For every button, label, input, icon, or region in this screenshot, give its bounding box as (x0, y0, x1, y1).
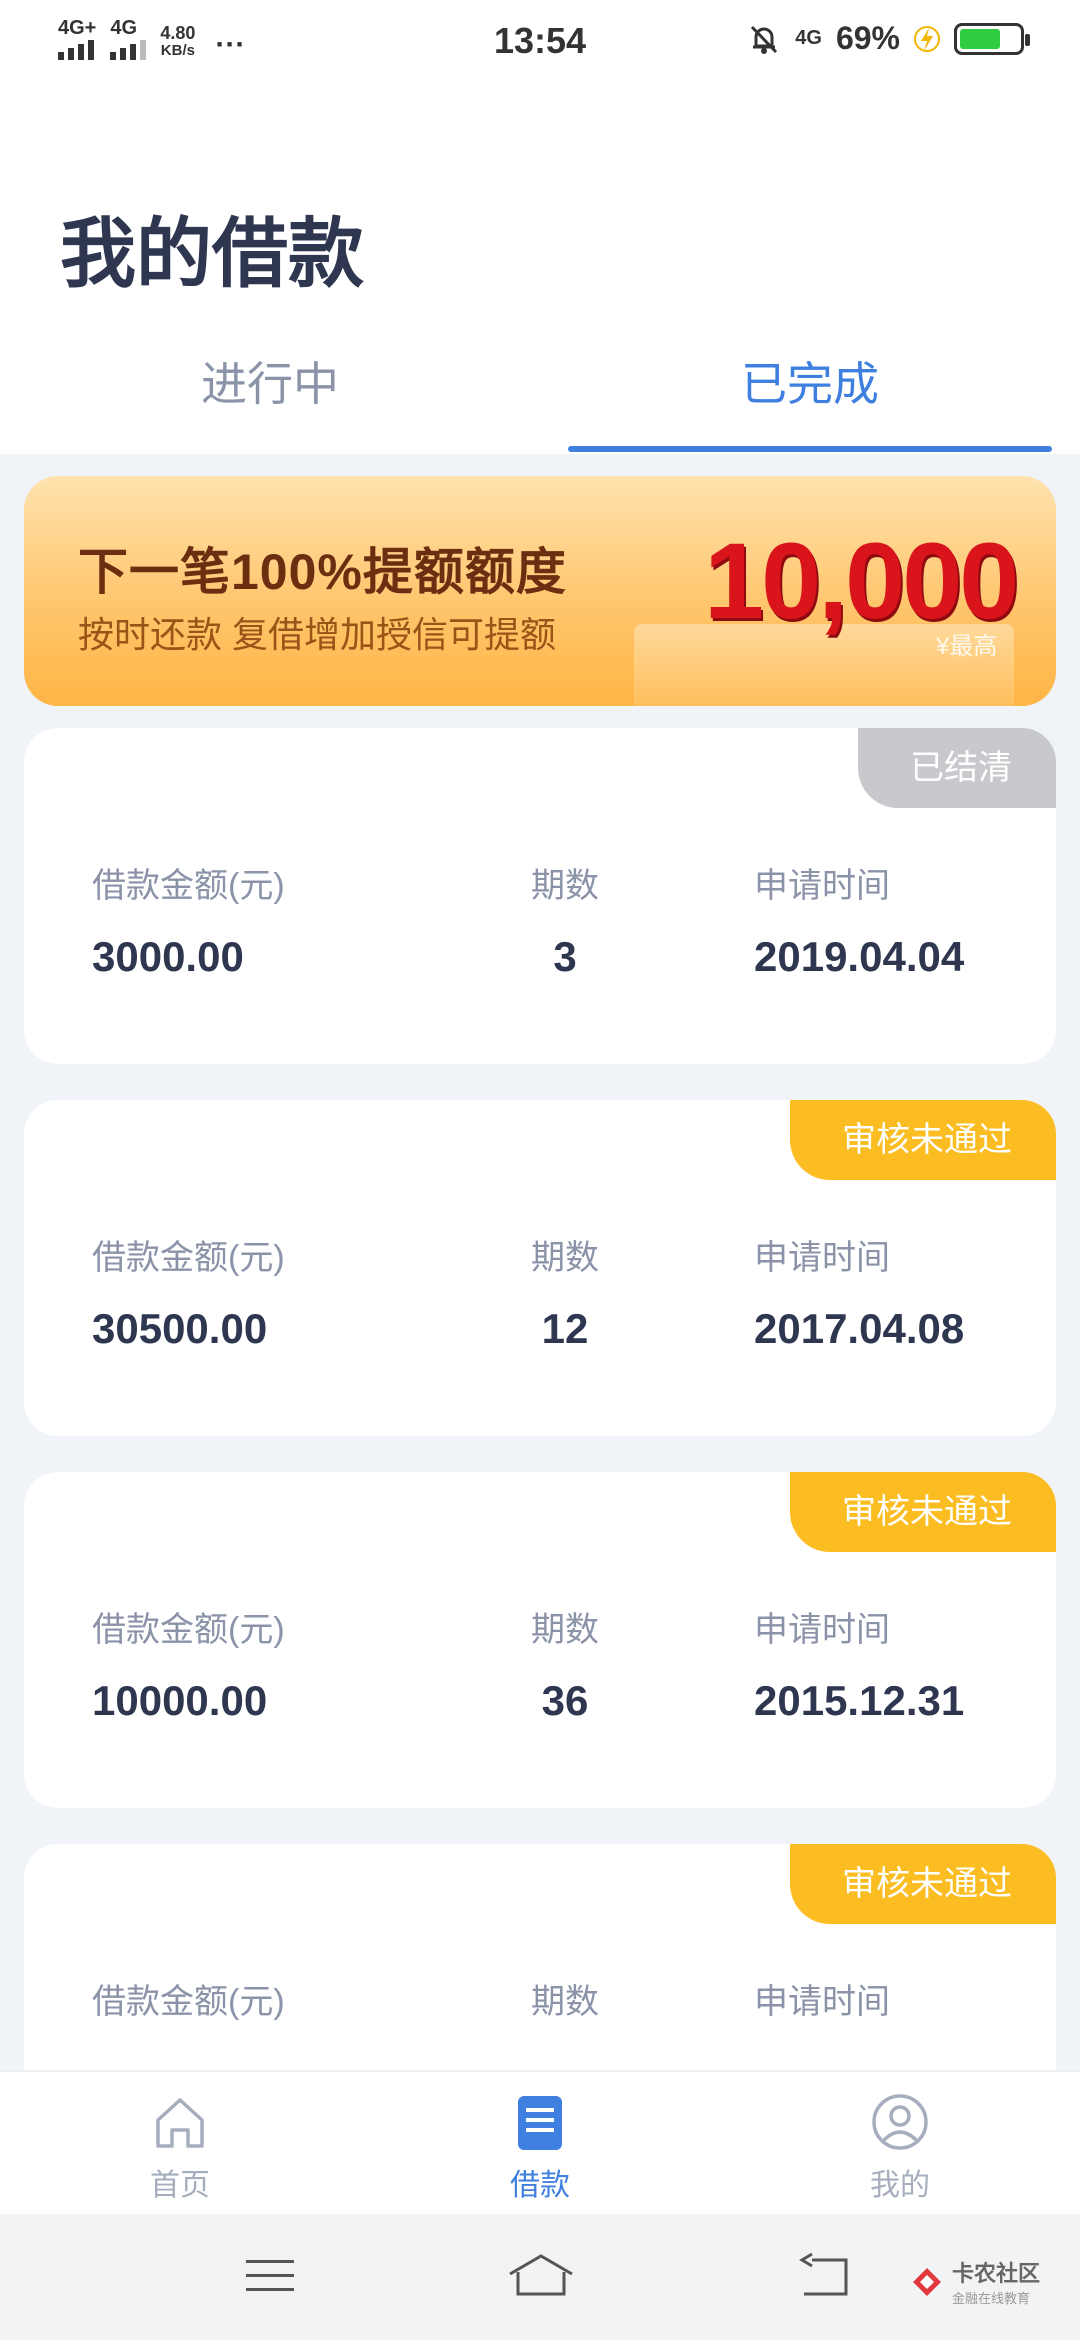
amount-column: 借款金额(元) 30500.00 (92, 1230, 285, 1353)
watermark-subtitle: 金融在线教育 (951, 2291, 1030, 2306)
date-label: 申请时间 (754, 1983, 890, 2021)
back-icon[interactable] (796, 2250, 852, 2302)
date-label: 申请时间 (754, 1611, 890, 1649)
menu-icon[interactable] (244, 2250, 296, 2302)
status-badge: 审核未通过 (790, 1472, 1056, 1552)
periods-label: 期数 (531, 1611, 599, 1649)
periods-label: 期数 (531, 1239, 599, 1277)
loan-card[interactable]: 审核未通过 借款金额(元) 30500.00 期数 12 申请时间 2017.0… (24, 1100, 1056, 1436)
status-badge: 已结清 (858, 728, 1056, 808)
page-header: 我的借款 进行中 已完成 (0, 86, 1080, 454)
page-title: 我的借款 (60, 212, 364, 297)
date-label: 申请时间 (754, 1239, 890, 1277)
date-column: 申请时间 2017.04.08 (754, 1230, 964, 1353)
banner-amount: 10,000 (704, 520, 1019, 641)
periods-column: 期数 36 (480, 1602, 650, 1725)
periods-column: 期数 (480, 1974, 650, 2023)
document-icon (518, 2096, 562, 2150)
periods-value: 3 (553, 933, 577, 980)
banner-title: 下一笔100%提额额度 (78, 544, 567, 600)
amount-column: 借款金额(元) (92, 1974, 285, 2023)
banner-subtitle: 按时还款 复借增加授信可提额 (78, 614, 557, 655)
nav-label-loans: 借款 (510, 2169, 570, 2202)
periods-label: 期数 (531, 1983, 599, 2021)
periods-column: 期数 12 (480, 1230, 650, 1353)
bottom-nav: 首页 借款 我的 (0, 2070, 1080, 2214)
status-badge: 审核未通过 (790, 1844, 1056, 1924)
periods-value: 36 (541, 1677, 589, 1724)
watermark-title: 卡农社区 (951, 2261, 1040, 2286)
banner-note: ¥最高 (936, 633, 998, 660)
home-icon (156, 2098, 204, 2148)
home-outline-icon[interactable] (506, 2250, 576, 2302)
date-value: 2017.04.08 (754, 1305, 965, 1352)
tab-in-progress[interactable]: 进行中 (0, 348, 540, 414)
battery-fill (960, 28, 1001, 49)
nav-item-home[interactable]: 首页 (80, 2090, 280, 2204)
periods-label: 期数 (531, 867, 599, 905)
amount-column: 借款金额(元) 3000.00 (92, 858, 285, 981)
nav-label-mine: 我的 (870, 2169, 930, 2202)
periods-column: 期数 3 (480, 858, 650, 981)
network-type: 4G (795, 27, 822, 49)
status-right: 4G 69% (747, 20, 1030, 57)
date-column: 申请时间 2019.04.04 (754, 858, 964, 981)
date-value: 2015.12.31 (754, 1677, 965, 1724)
battery-percent: 69% (835, 20, 900, 56)
active-tab-indicator (568, 446, 1052, 452)
mute-bell-icon (751, 25, 778, 54)
amount-label: 借款金额(元) (92, 867, 285, 905)
amount-value: 3000.00 (92, 933, 244, 980)
amount-label: 借款金额(元) (92, 1611, 285, 1649)
battery-icon (954, 22, 1030, 55)
amount-label: 借款金额(元) (92, 1239, 285, 1277)
date-label: 申请时间 (754, 867, 890, 905)
nav-item-mine[interactable]: 我的 (800, 2090, 1000, 2204)
charging-icon (914, 25, 940, 52)
date-column: 申请时间 (754, 1974, 890, 2023)
nav-item-loans[interactable]: 借款 (440, 2090, 640, 2204)
date-value: 2019.04.04 (754, 933, 965, 980)
status-badge: 审核未通过 (790, 1100, 1056, 1180)
date-column: 申请时间 2015.12.31 (754, 1602, 964, 1725)
amount-value: 30500.00 (92, 1305, 268, 1352)
amount-label: 借款金额(元) (92, 1983, 285, 2021)
system-nav-bar: 卡农社区 金融在线教育 (0, 2214, 1080, 2340)
amount-value: 10000.00 (92, 1677, 268, 1724)
amount-column: 借款金额(元) 10000.00 (92, 1602, 285, 1725)
user-icon (872, 2094, 928, 2150)
periods-value: 12 (541, 1305, 589, 1352)
loan-card[interactable]: 已结清 借款金额(元) 3000.00 期数 3 申请时间 2019.04.04 (24, 728, 1056, 1064)
nav-label-home: 首页 (150, 2169, 210, 2202)
watermark: 卡农社区 金融在线教育 (910, 2256, 1040, 2307)
promo-banner[interactable]: 下一笔100%提额额度 按时还款 复借增加授信可提额 10,000 ¥最高 (24, 476, 1056, 706)
watermark-logo-icon (912, 2267, 941, 2296)
status-bar: 4G+ 4G 4.80 KB/s ··· 13:54 4G 69% (0, 0, 1080, 86)
loan-card[interactable]: 审核未通过 借款金额(元) 10000.00 期数 36 申请时间 2015.1… (24, 1472, 1056, 1808)
tab-completed[interactable]: 已完成 (540, 348, 1080, 414)
watermark-text-block: 卡农社区 金融在线教育 (952, 2256, 1040, 2307)
